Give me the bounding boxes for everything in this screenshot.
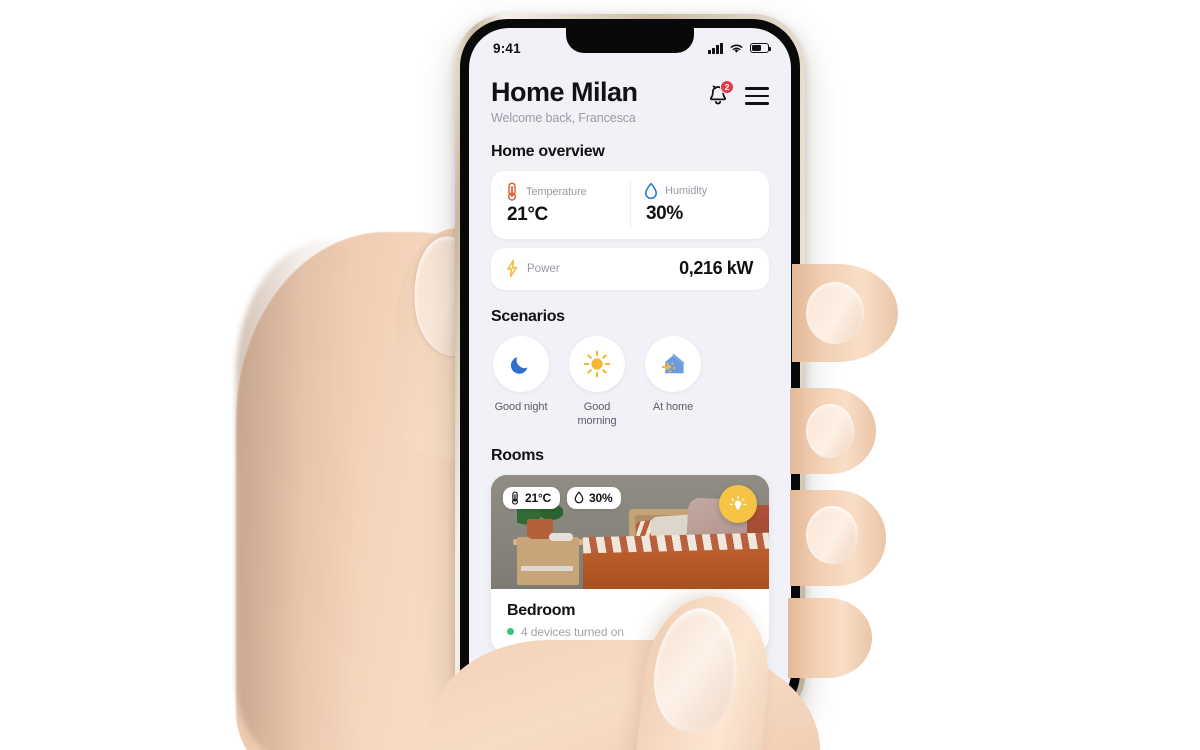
metric-temperature-head: Temperature — [505, 182, 616, 202]
room-status: 4 devices turned on — [507, 625, 624, 639]
power-card[interactable]: Power 0,216 kW — [491, 248, 769, 291]
room-sensor-chips: 21°C 30% — [503, 486, 622, 509]
scenario-good-night-label: Good night — [494, 401, 548, 414]
phone-bezel: 9:41 Home Milan Welcome back, Francesca … — [460, 19, 800, 721]
smartphone-device: 9:41 Home Milan Welcome back, Francesca … — [455, 14, 805, 726]
notifications-button[interactable]: 2 — [707, 80, 734, 108]
rooms-title: Rooms — [491, 446, 544, 464]
scenario-good-morning[interactable]: Good morning — [569, 336, 625, 429]
water-drop-icon — [574, 491, 584, 504]
scenarios-list: Good night Good morning At home — [491, 336, 769, 429]
fingernail-right-2 — [806, 404, 854, 458]
metric-humidity-label: Humidity — [665, 185, 707, 198]
fingernail-right-3 — [806, 506, 858, 564]
bedroom-photo: 21°C 30% — [491, 474, 769, 589]
phone-notch — [566, 28, 694, 53]
power-left: Power — [505, 259, 560, 278]
room-info: Bedroom 4 devices turned on — [507, 602, 624, 639]
metric-temperature[interactable]: Temperature 21°C — [491, 171, 630, 239]
power-label: Power — [527, 262, 560, 275]
home-overview-title: Home overview — [491, 143, 605, 161]
phone-screen: 9:41 Home Milan Welcome back, Francesca … — [469, 28, 791, 712]
moon-icon — [510, 357, 528, 375]
scenario-good-morning-circle — [569, 336, 625, 393]
scenario-at-home[interactable]: At home — [645, 336, 701, 429]
scenarios-title: Scenarios — [491, 308, 565, 326]
water-drop-icon — [645, 183, 657, 200]
battery-icon — [750, 43, 772, 53]
page-title: Home Milan — [491, 77, 638, 107]
scenario-at-home-label: At home — [652, 401, 694, 414]
lightbulb-icon — [729, 495, 747, 510]
scenario-at-home-circle — [645, 336, 701, 393]
header-text-block: Home Milan Welcome back, Francesca — [491, 77, 638, 126]
room-humidity-chip: 30% — [567, 486, 622, 509]
palm-shading — [236, 240, 356, 750]
app-content: Home Milan Welcome back, Francesca 2 Hom… — [469, 64, 791, 712]
status-dot-icon — [507, 628, 514, 636]
status-bar-clock: 9:41 — [493, 40, 521, 56]
room-name: Bedroom — [507, 601, 576, 619]
room-temperature-value: 21°C — [525, 490, 552, 505]
cellular-signal-icon — [708, 42, 723, 54]
room-temperature-chip: 21°C — [503, 486, 561, 509]
welcome-subtitle: Welcome back, Francesca — [491, 111, 636, 126]
house-arrow-icon — [661, 353, 685, 374]
home-overview-card: Temperature 21°C Humidity 30% — [491, 171, 769, 240]
metric-temperature-value: 21°C — [507, 204, 548, 226]
chevron-down-icon[interactable] — [735, 611, 753, 629]
scenario-good-night[interactable]: Good night — [493, 336, 549, 429]
room-card-next[interactable] — [491, 662, 769, 712]
app-header: Home Milan Welcome back, Francesca 2 — [491, 64, 769, 125]
screenshot-stage: 9:41 Home Milan Welcome back, Francesca … — [0, 0, 1200, 750]
thermometer-icon — [507, 182, 517, 202]
finger-right-1 — [792, 264, 898, 362]
scenario-good-morning-label: Good morning — [577, 401, 617, 428]
notification-count-badge: 2 — [720, 80, 734, 94]
room-light-toggle-button[interactable] — [719, 484, 757, 523]
metric-humidity-value: 30% — [646, 203, 683, 225]
metric-temperature-label: Temperature — [526, 185, 587, 198]
room-humidity-value: 30% — [589, 490, 613, 505]
room-card-footer: Bedroom 4 devices turned on — [491, 589, 769, 653]
room-status-text: 4 devices turned on — [521, 624, 624, 639]
wifi-icon — [730, 44, 743, 53]
header-actions: 2 — [707, 78, 769, 108]
thermometer-icon — [511, 491, 519, 505]
scenario-good-night-circle — [493, 336, 549, 393]
sun-icon — [583, 351, 611, 378]
power-value: 0,216 kW — [679, 258, 753, 279]
lightning-bolt-icon — [507, 260, 518, 278]
hamburger-menu-icon[interactable] — [745, 87, 769, 105]
fingernail-right-1 — [806, 282, 864, 344]
status-bar-icons — [708, 42, 772, 54]
room-card-bedroom[interactable]: 21°C 30% Bedroom 4 devices turned on — [491, 474, 769, 653]
metric-humidity-head: Humidity — [644, 182, 755, 200]
metric-humidity[interactable]: Humidity 30% — [630, 171, 769, 239]
